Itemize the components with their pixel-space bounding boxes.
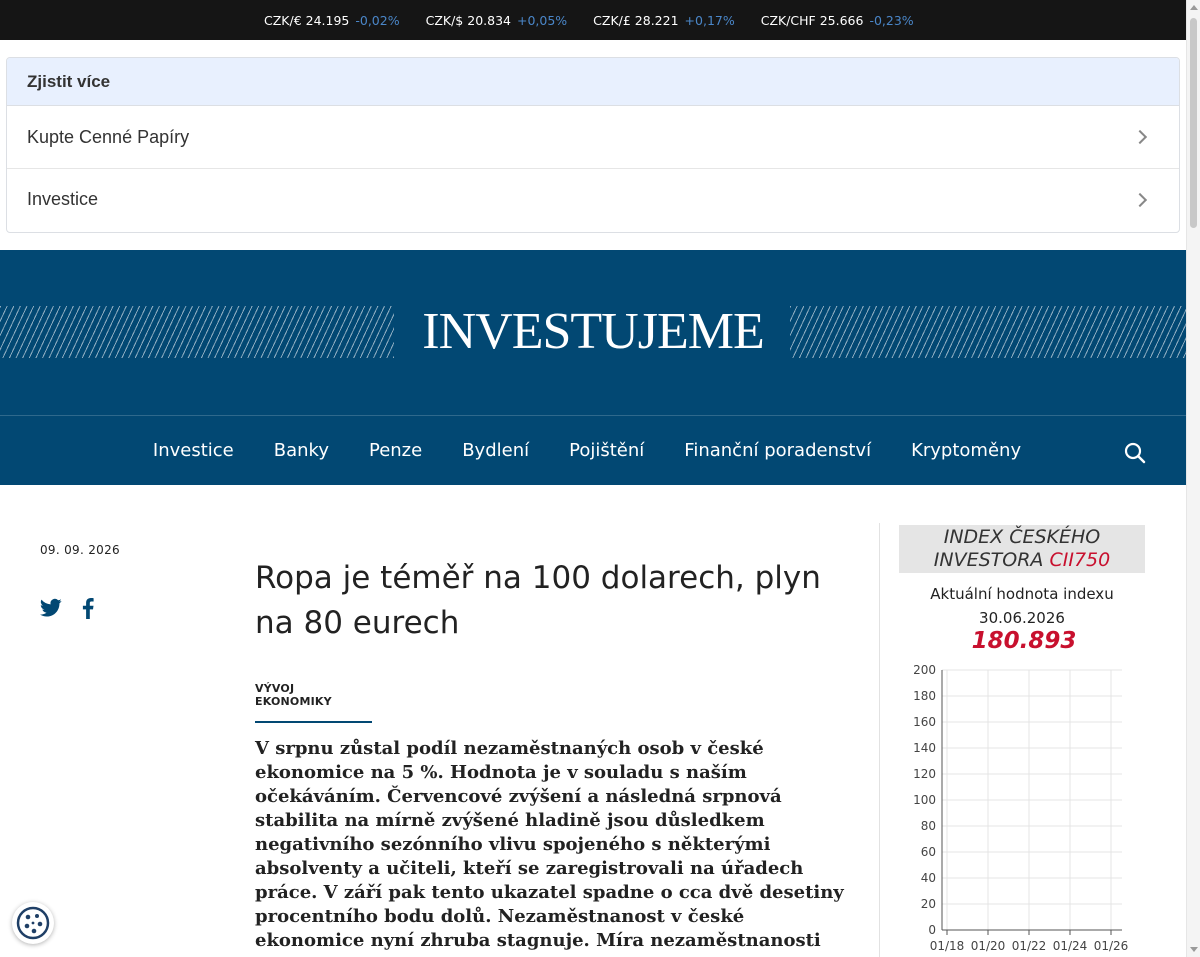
ticker-label: CZK/$ 20.834 <box>425 12 511 28</box>
chart-y-tick-label: 120 <box>913 767 936 781</box>
index-title-line1: INDEX ČESKÉHO <box>943 526 1101 548</box>
chart-y-tick-label: 20 <box>921 897 936 911</box>
chart-x-tick-label: 01/26 <box>1094 939 1129 953</box>
ticker-change: -0,02% <box>355 12 400 28</box>
cookie-icon <box>16 906 50 940</box>
ticker-change: +0,17% <box>684 12 735 28</box>
scroll-up-arrow-icon[interactable] <box>1190 5 1198 10</box>
ticker-item-gbp[interactable]: CZK/£ 28.221 +0,17% <box>593 13 735 28</box>
ticker-item-usd[interactable]: CZK/$ 20.834 +0,05% <box>426 13 568 28</box>
learn-more-card: Zjistit více Kupte Cenné Papíry Investic… <box>6 57 1180 233</box>
learn-more-item-label: Kupte Cenné Papíry <box>27 126 190 147</box>
chevron-right-icon <box>1132 192 1148 207</box>
nav-item-kryptomeny[interactable]: Kryptoměny <box>911 440 1021 461</box>
sidebar-divider <box>879 523 880 957</box>
chart-y-tick-label: 180 <box>913 689 936 703</box>
ticker-label: CZK/£ 28.221 <box>593 12 679 28</box>
chart-x-tick-label: 01/22 <box>1012 939 1047 953</box>
site-logo[interactable]: INVESTUJEME <box>0 302 1186 361</box>
ticker-item-chf[interactable]: CZK/CHF 25.666 -0,23% <box>761 13 914 28</box>
learn-more-item-label: Investice <box>27 189 99 209</box>
article-date: 09. 09. 2026 <box>40 543 120 557</box>
chart-y-tick-label: 60 <box>921 845 936 859</box>
learn-more-title: Zjistit více <box>7 58 1179 106</box>
chart-y-tick-label: 40 <box>921 871 936 885</box>
chevron-right-icon <box>1132 129 1148 145</box>
index-chart: 0 20 40 60 80 100 120 140 160 180 200 01/18 01/20 01/… <box>913 663 1129 953</box>
index-caption-label: Aktuální hodnota indexu <box>930 585 1114 603</box>
nav-item-penze[interactable]: Penze <box>369 440 422 461</box>
learn-more-item-investice[interactable]: Investice <box>7 168 1179 230</box>
chart-y-tick-label: 80 <box>921 819 936 833</box>
chart-y-tick-label: 0 <box>928 923 936 937</box>
ticker-item-eur[interactable]: CZK/€ 24.195 -0,02% <box>264 13 400 28</box>
chart-x-tick-label: 01/20 <box>971 939 1006 953</box>
index-code: CII750 <box>1049 549 1111 571</box>
index-caption-date: 30.06.2026 <box>979 609 1065 627</box>
chart-x-tick-label: 01/18 <box>930 939 965 953</box>
index-title-box[interactable]: INDEX ČESKÉHO INVESTORA CII750 <box>899 525 1145 573</box>
index-value: 180.893 <box>971 628 1077 654</box>
nav-item-pojisteni[interactable]: Pojištění <box>569 440 644 461</box>
page-scrollbar[interactable] <box>1186 0 1200 957</box>
nav-item-bydleni[interactable]: Bydlení <box>462 440 529 461</box>
article-lead: V srpnu zůstal podíl nezaměstnaných osob… <box>255 738 844 951</box>
chart-y-tick-label: 140 <box>913 741 936 755</box>
site-header: INVESTUJEME Investice Banky Penze Bydlen… <box>0 250 1186 485</box>
article-headline: Ropa je téměř na 100 dolarech, plyn na 8… <box>255 560 821 641</box>
scroll-down-arrow-icon[interactable] <box>1190 947 1198 952</box>
cookie-settings-button[interactable] <box>12 902 54 944</box>
learn-more-item-securities[interactable]: Kupte Cenné Papíry <box>7 106 1179 168</box>
index-title-line2: INVESTORA CII750 <box>899 549 1145 572</box>
nav-item-banky[interactable]: Banky <box>274 440 329 461</box>
scrollbar-thumb[interactable] <box>1190 18 1197 228</box>
article-category-link[interactable]: VÝVOJ EKONOMIKY <box>255 682 372 723</box>
chart-y-tick-label: 160 <box>913 715 936 729</box>
search-icon[interactable] <box>1124 442 1146 464</box>
chart-y-tick-label: 200 <box>913 663 936 677</box>
share-buttons <box>40 598 94 619</box>
ticker-label: CZK/CHF 25.666 <box>760 12 864 28</box>
ticker-change: -0,23% <box>869 12 914 28</box>
index-caption: Aktuální hodnota indexu 30.06.2026 <box>899 582 1145 630</box>
chart-x-tick-label: 01/24 <box>1053 939 1088 953</box>
chart-y-tick-label: 100 <box>913 793 936 807</box>
ticker-label: CZK/€ 24.195 <box>264 12 350 28</box>
nav-item-financni-poradenstvi[interactable]: Finanční poradenství <box>684 440 871 461</box>
ticker-change: +0,05% <box>516 12 568 28</box>
currency-ticker: CZK/€ 24.195 -0,02% CZK/$ 20.834 +0,05% … <box>0 0 1186 40</box>
main-nav: Investice Banky Penze Bydlení Pojištění … <box>0 416 1186 485</box>
index-title-text: INVESTORA <box>933 549 1050 571</box>
facebook-icon[interactable] <box>82 598 94 619</box>
nav-item-investice[interactable]: Investice <box>153 440 234 461</box>
twitter-icon[interactable] <box>40 598 62 618</box>
